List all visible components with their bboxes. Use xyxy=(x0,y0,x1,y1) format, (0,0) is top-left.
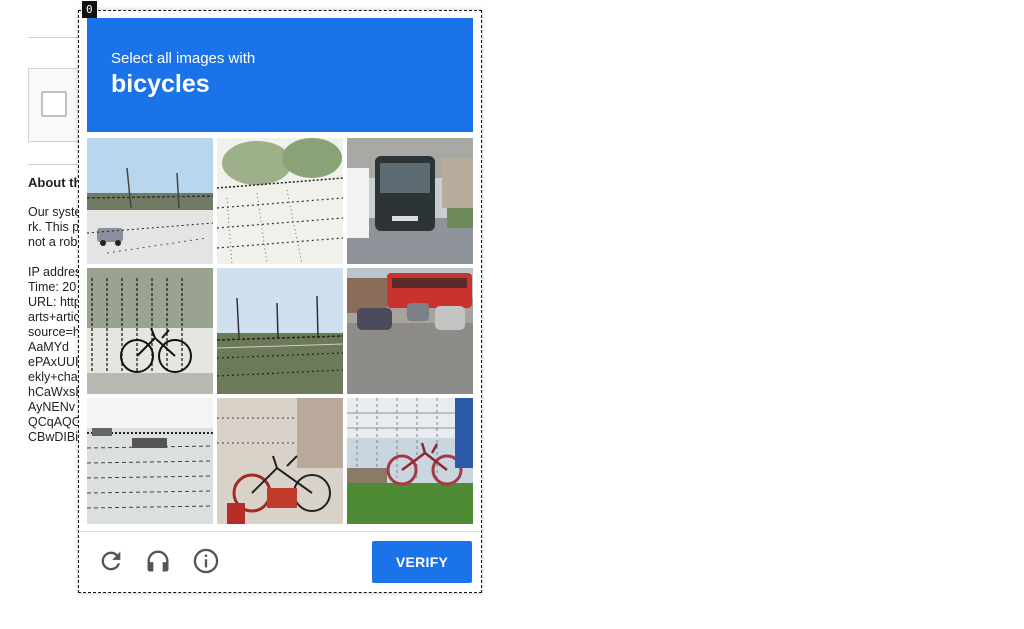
image-tile-bicycles-parked[interactable] xyxy=(217,398,343,524)
image-grid xyxy=(87,138,473,524)
footer-divider xyxy=(79,531,480,532)
reload-button[interactable] xyxy=(96,548,126,578)
text-line: Time: 20 xyxy=(28,280,77,294)
text-line: Our syste xyxy=(28,205,80,219)
image-tile-harbor-water[interactable] xyxy=(87,398,213,524)
captcha-header: Select all images with bicycles xyxy=(87,18,473,132)
headphones-icon xyxy=(144,547,172,580)
text-line: ekly+cha xyxy=(28,370,78,384)
image-tile-bicycle-fence[interactable] xyxy=(87,268,213,394)
text-line: ePAxUUI xyxy=(28,355,79,369)
audio-challenge-button[interactable] xyxy=(143,548,173,578)
image-tile-railway-trees[interactable] xyxy=(217,138,343,264)
text-line: AaMYd xyxy=(28,340,69,354)
captcha-instruction: Select all images with xyxy=(111,50,256,67)
text-line: AyNENv xyxy=(28,400,76,414)
text-line: IP addres xyxy=(28,265,80,279)
text-line: not a rob xyxy=(28,235,78,249)
background-text: Our syste rk. This p not a rob IP addres… xyxy=(28,205,80,445)
about-title: About th xyxy=(28,175,80,190)
image-tile-red-bus-cars[interactable] xyxy=(347,268,473,394)
captcha-target: bicycles xyxy=(111,70,210,98)
text-line: source=h xyxy=(28,325,80,339)
help-button[interactable] xyxy=(191,548,221,578)
info-icon xyxy=(192,547,220,580)
image-tile-bus-road[interactable] xyxy=(347,138,473,264)
text-line: rk. This p xyxy=(28,220,80,234)
image-tile-highway-car[interactable] xyxy=(87,138,213,264)
text-line: arts+artic xyxy=(28,310,80,324)
reload-icon xyxy=(97,547,125,580)
image-tile-red-bicycle-grass[interactable] xyxy=(347,398,473,524)
text-line xyxy=(28,250,80,265)
captcha-challenge: 0 Select all images with bicycles VERIFY xyxy=(78,1,482,593)
text-line: URL: http xyxy=(28,295,80,309)
verify-button[interactable]: VERIFY xyxy=(372,541,472,583)
recaptcha-checkbox[interactable] xyxy=(41,91,67,117)
text-line: QCqAQC xyxy=(28,415,80,429)
frame-id-label: 0 xyxy=(82,1,97,18)
text-line: CBwDIBi xyxy=(28,430,79,444)
image-tile-railway-sky[interactable] xyxy=(217,268,343,394)
text-line: hCaWxsI xyxy=(28,385,79,399)
